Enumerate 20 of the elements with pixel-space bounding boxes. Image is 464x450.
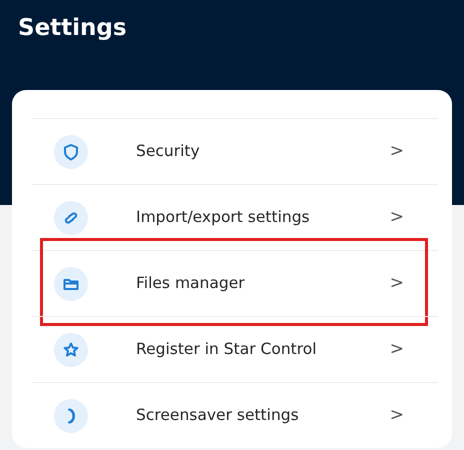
moon-icon [54, 398, 88, 432]
link-icon [54, 200, 88, 234]
chevron-icon: > [390, 204, 404, 230]
shield-icon [54, 134, 88, 168]
chevron-icon: > [390, 402, 404, 428]
folder-icon [54, 266, 88, 300]
item-label: Security [136, 140, 201, 162]
settings-item[interactable]: Security > [32, 118, 438, 184]
settings-item[interactable]: Screensaver settings > [32, 382, 438, 448]
chevron-icon: > [390, 336, 404, 362]
chevron-icon: > [390, 138, 404, 164]
settings-item[interactable]: Files manager > [32, 250, 438, 316]
item-label: Files manager [136, 272, 246, 294]
settings-item[interactable]: Register in Star Control > [32, 316, 438, 382]
item-label: Register in Star Control [136, 338, 318, 360]
item-label: Import/export settings [136, 206, 311, 228]
chevron-icon: > [390, 270, 404, 296]
item-label: Screensaver settings [136, 404, 300, 426]
page-title: Settings [18, 14, 128, 43]
settings-item[interactable]: Import/export settings > [32, 184, 438, 250]
